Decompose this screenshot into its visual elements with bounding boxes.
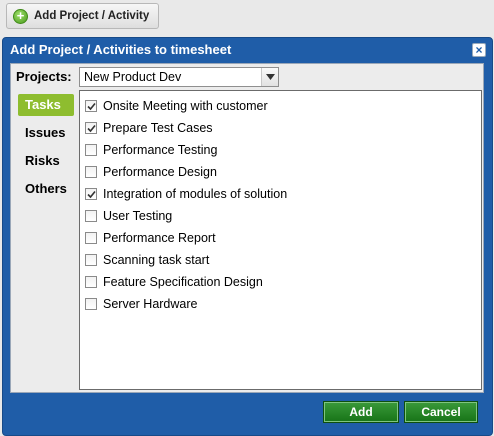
projects-label: Projects:: [16, 69, 72, 84]
add-project-activity-label: Add Project / Activity: [34, 10, 150, 22]
task-checkbox[interactable]: [85, 144, 97, 156]
projects-select[interactable]: New Product Dev: [79, 67, 279, 87]
task-item[interactable]: Onsite Meeting with customer: [85, 97, 268, 115]
checkmark-icon: [87, 190, 96, 199]
projects-select-value: New Product Dev: [84, 70, 182, 84]
add-button[interactable]: Add: [323, 401, 399, 423]
tab-risks[interactable]: Risks: [18, 150, 74, 172]
task-checkbox[interactable]: [85, 232, 97, 244]
task-label: Performance Report: [103, 231, 216, 245]
tab-issues[interactable]: Issues: [18, 122, 74, 144]
task-item[interactable]: Performance Report: [85, 229, 216, 247]
task-label: User Testing: [103, 209, 173, 223]
task-checkbox[interactable]: [85, 210, 97, 222]
task-item[interactable]: Prepare Test Cases: [85, 119, 213, 137]
tab-others[interactable]: Others: [18, 178, 74, 200]
plus-circle-icon: +: [13, 8, 28, 24]
checkmark-icon: [87, 124, 96, 133]
task-label: Feature Specification Design: [103, 275, 263, 289]
task-label: Onsite Meeting with customer: [103, 99, 268, 113]
task-item[interactable]: Integration of modules of solution: [85, 185, 287, 203]
task-item[interactable]: Server Hardware: [85, 295, 197, 313]
task-label: Server Hardware: [103, 297, 198, 311]
task-label: Scanning task start: [103, 253, 210, 267]
task-item[interactable]: Performance Testing: [85, 141, 217, 159]
dialog-title: Add Project / Activities to timesheet: [10, 42, 232, 57]
task-checkbox[interactable]: [85, 276, 97, 288]
checkmark-icon: [87, 102, 96, 111]
task-label: Integration of modules of solution: [103, 187, 288, 201]
add-project-activity-button[interactable]: + Add Project / Activity: [6, 3, 159, 29]
chevron-down-icon[interactable]: [261, 68, 278, 86]
task-item[interactable]: Scanning task start: [85, 251, 209, 269]
task-label: Performance Testing: [103, 143, 218, 157]
close-icon[interactable]: ×: [472, 43, 486, 57]
task-checkbox[interactable]: [85, 122, 97, 134]
dialog-body: Projects: New Product Dev Tasks Issues R…: [10, 63, 484, 393]
task-label: Prepare Test Cases: [103, 121, 213, 135]
task-checkbox[interactable]: [85, 298, 97, 310]
task-list: Onsite Meeting with customer Prepare Test…: [79, 90, 482, 390]
task-checkbox[interactable]: [85, 100, 97, 112]
add-project-dialog: Add Project / Activities to timesheet × …: [2, 37, 493, 436]
task-item[interactable]: Performance Design: [85, 163, 217, 181]
task-item[interactable]: Feature Specification Design: [85, 273, 263, 291]
cancel-button[interactable]: Cancel: [404, 401, 478, 423]
task-checkbox[interactable]: [85, 166, 97, 178]
task-checkbox[interactable]: [85, 188, 97, 200]
task-label: Performance Design: [103, 165, 217, 179]
task-checkbox[interactable]: [85, 254, 97, 266]
tab-tasks[interactable]: Tasks: [18, 94, 74, 116]
task-item[interactable]: User Testing: [85, 207, 172, 225]
